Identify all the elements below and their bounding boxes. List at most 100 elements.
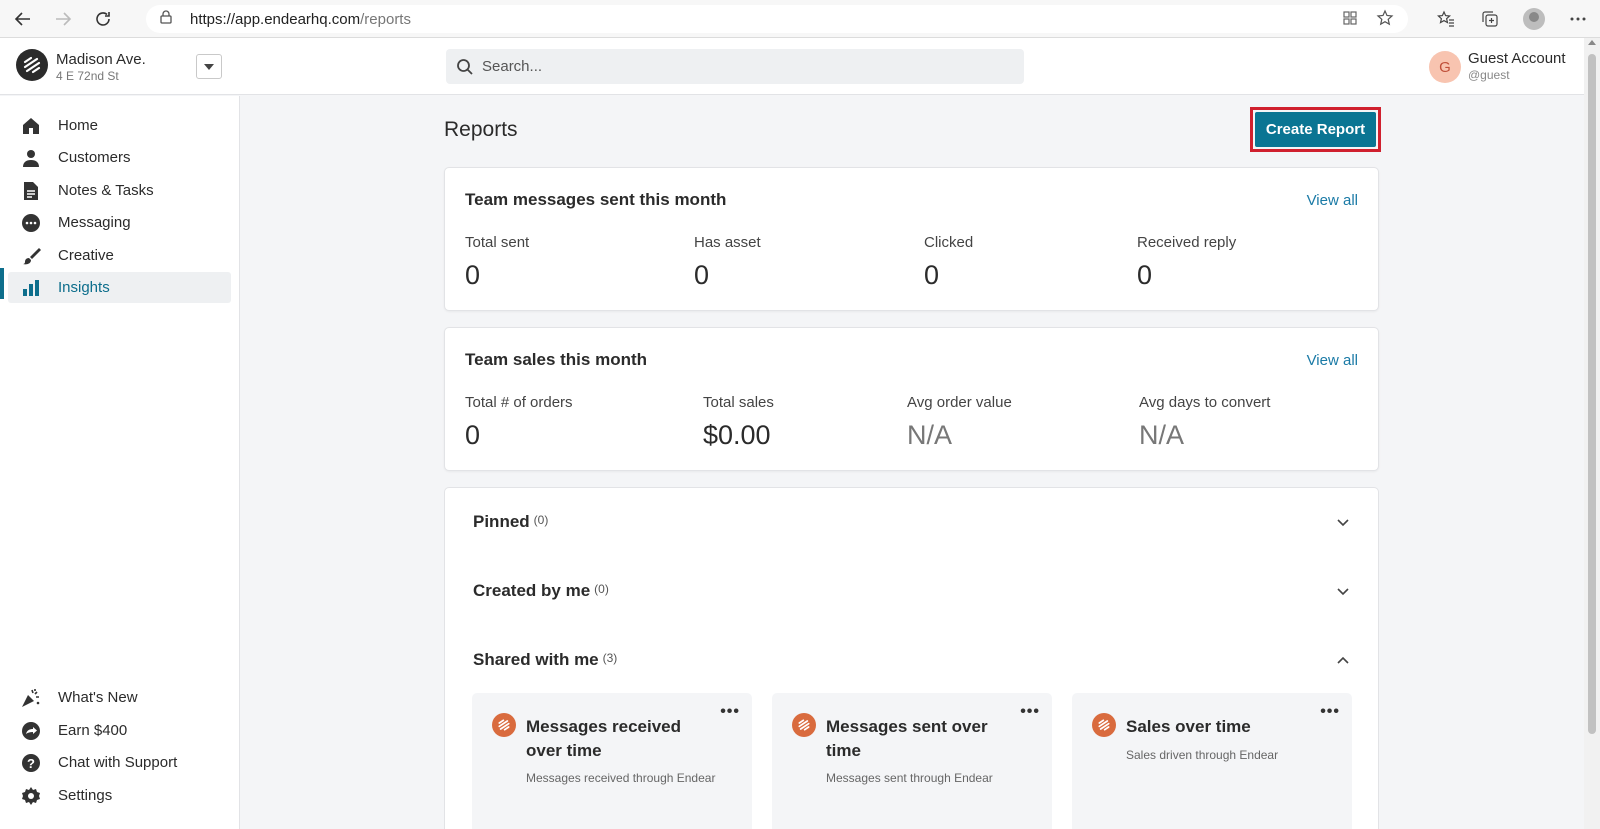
sidebar-item-label: What's New: [58, 689, 138, 706]
section-title-text: Shared with me: [473, 650, 599, 669]
more-menu-icon[interactable]: [1556, 0, 1600, 38]
forward-icon[interactable]: [46, 2, 80, 36]
sidebar-item-support[interactable]: ? Chat with Support: [8, 747, 231, 778]
svg-text:?: ?: [27, 756, 35, 771]
browser-toolbar: https://app.endearhq.com/reports: [0, 0, 1600, 38]
section-created-by-me[interactable]: Created by me (0): [444, 555, 1379, 624]
sidebar-item-customers[interactable]: Customers: [8, 142, 231, 173]
card-title: Team messages sent this month: [465, 190, 727, 209]
gear-icon: [20, 785, 42, 807]
sidebar-item-earn[interactable]: Earn $400: [8, 715, 231, 746]
search-bar[interactable]: [446, 49, 1024, 84]
report-title: Messages received over time: [526, 717, 681, 760]
refresh-icon[interactable]: [86, 2, 120, 36]
sidebar-item-home[interactable]: Home: [8, 110, 231, 141]
sidebar-item-label: Home: [58, 117, 99, 134]
user-name[interactable]: Guest Account: [1468, 50, 1566, 67]
app-header: Madison Ave. 4 E 72nd St G Guest Account…: [0, 38, 1584, 95]
collections-icon[interactable]: [1468, 0, 1512, 38]
document-icon: [20, 180, 42, 202]
more-options-icon[interactable]: •••: [720, 703, 740, 721]
url-path: /reports: [360, 10, 411, 28]
section-pinned[interactable]: Pinned (0): [444, 487, 1379, 556]
stat-value: $0.00: [703, 420, 771, 450]
page-scrollbar[interactable]: [1584, 38, 1600, 829]
sidebar-item-notes-tasks[interactable]: Notes & Tasks: [8, 175, 231, 206]
sidebar-item-messaging[interactable]: Messaging: [8, 207, 231, 238]
create-report-button[interactable]: Create Report: [1255, 112, 1376, 147]
help-icon: ?: [20, 752, 42, 774]
stat-value: N/A: [907, 420, 953, 450]
view-all-link[interactable]: View all: [1307, 192, 1358, 209]
stat-label: Clicked: [924, 234, 974, 251]
share-icon: [20, 720, 42, 742]
sidebar-item-label: Messaging: [58, 214, 131, 231]
stat-value: 0: [465, 420, 481, 450]
report-card[interactable]: Messages sent over time Messages sent th…: [772, 693, 1052, 829]
chevron-down-icon[interactable]: [1336, 516, 1350, 530]
search-input[interactable]: [482, 58, 982, 75]
endear-logo-icon[interactable]: [16, 49, 48, 81]
report-logo-icon: [492, 713, 516, 737]
section-title: Created by me (0): [473, 581, 609, 601]
chat-bubble-icon: [20, 212, 42, 234]
chevron-up-icon[interactable]: [1336, 653, 1350, 667]
store-name: Madison Ave.: [56, 51, 146, 68]
active-indicator: [0, 268, 4, 299]
sparkle-icon: [20, 687, 42, 709]
add-favorite-icon[interactable]: [1376, 9, 1394, 31]
section-count: (0): [533, 513, 549, 527]
profile-icon[interactable]: [1512, 0, 1556, 38]
stat-value: 0: [465, 260, 481, 290]
lock-icon: [160, 10, 174, 28]
report-title: Messages sent over time: [826, 717, 988, 760]
more-options-icon[interactable]: •••: [1020, 703, 1040, 721]
scroll-thumb[interactable]: [1588, 54, 1596, 734]
sidebar-item-whats-new[interactable]: What's New: [8, 682, 231, 713]
stat-label: Has asset: [694, 234, 761, 251]
team-messages-card: Team messages sent this month View all T…: [444, 167, 1379, 311]
report-logo-icon: [1092, 713, 1116, 737]
back-icon[interactable]: [6, 2, 40, 36]
report-description: Sales driven through Endear: [1126, 748, 1279, 762]
sidebar-item-settings[interactable]: Settings: [8, 780, 231, 811]
chevron-down-icon[interactable]: [1336, 585, 1350, 599]
avatar[interactable]: G: [1429, 51, 1461, 83]
sidebar-item-label: Notes & Tasks: [58, 182, 154, 199]
sidebar-item-label: Settings: [58, 787, 113, 804]
store-dropdown-button[interactable]: [196, 54, 222, 79]
stat-label: Total sent: [465, 234, 530, 251]
more-options-icon[interactable]: •••: [1320, 703, 1340, 721]
sidebar-item-creative[interactable]: Creative: [8, 240, 231, 271]
section-title: Pinned (0): [473, 512, 548, 532]
stat-label: Total # of orders: [465, 394, 573, 411]
report-card[interactable]: Messages received over time Messages rec…: [472, 693, 752, 829]
sidebar-item-label: Creative: [58, 247, 114, 264]
section-title[interactable]: Shared with me (3): [473, 650, 617, 670]
store-address: 4 E 72nd St: [56, 69, 119, 83]
bar-chart-icon: [20, 277, 42, 299]
home-icon: [20, 115, 42, 137]
team-sales-card: Team sales this month View all Total # o…: [444, 327, 1379, 471]
stat-value: 0: [1137, 260, 1153, 290]
section-title-text: Pinned: [473, 512, 530, 531]
sidebar-item-insights[interactable]: Insights: [8, 272, 231, 303]
app-available-icon[interactable]: [1342, 10, 1358, 30]
report-card[interactable]: Sales over time Sales driven through End…: [1072, 693, 1352, 829]
caret-down-icon: [204, 63, 214, 70]
stat-label: Total sales: [703, 394, 774, 411]
sidebar: Home Customers Notes & Tasks Messaging C…: [0, 96, 240, 829]
favorites-icon[interactable]: [1424, 0, 1468, 38]
section-count: (3): [602, 651, 618, 665]
user-handle: @guest: [1468, 68, 1510, 82]
report-description: Messages sent through Endear: [826, 771, 993, 785]
scroll-up-arrow-icon[interactable]: [1588, 40, 1596, 45]
sidebar-item-label: Earn $400: [58, 722, 128, 739]
page-title: Reports: [444, 118, 518, 141]
section-title-text: Created by me: [473, 581, 591, 600]
search-icon: [457, 58, 473, 75]
report-title: Sales over time: [1126, 717, 1251, 736]
view-all-link[interactable]: View all: [1307, 352, 1358, 369]
brush-icon: [20, 245, 42, 267]
address-bar[interactable]: https://app.endearhq.com/reports: [146, 5, 1408, 33]
